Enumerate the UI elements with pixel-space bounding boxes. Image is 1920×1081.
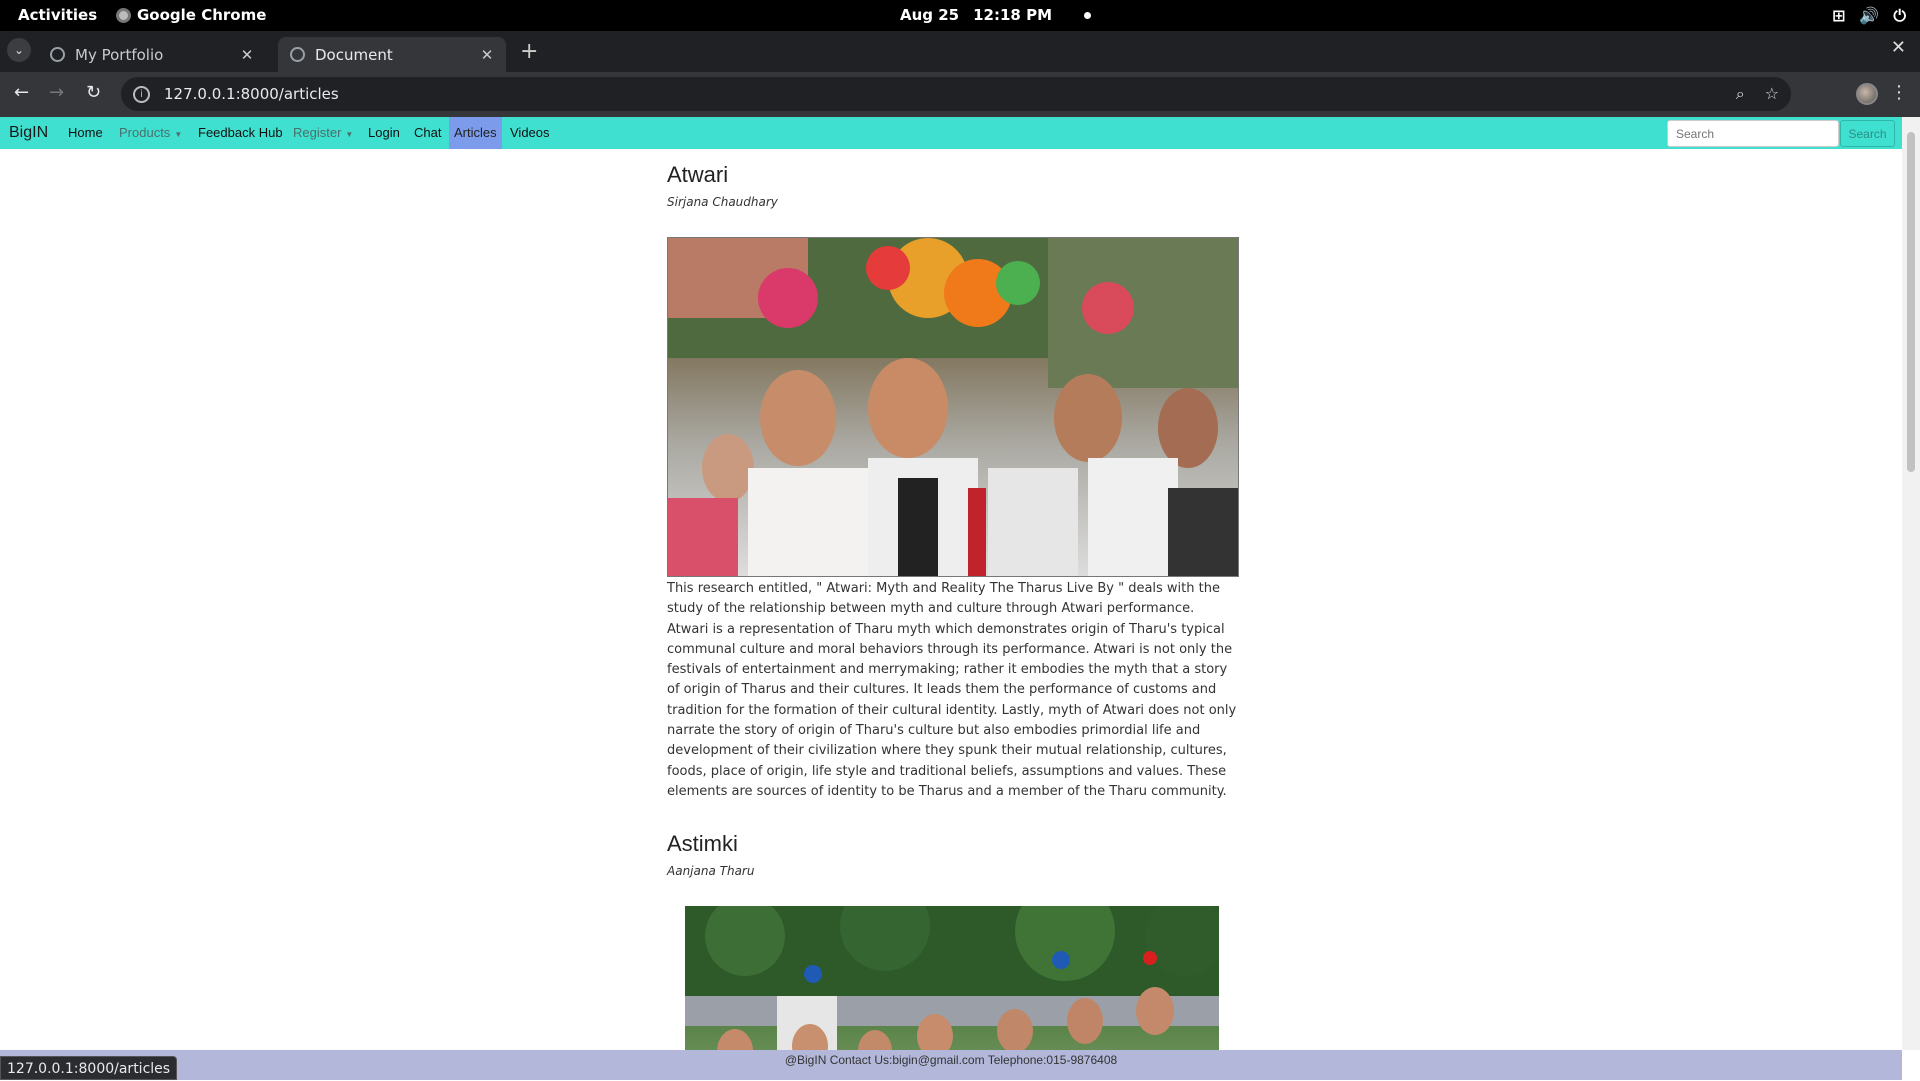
chrome-icon <box>116 7 131 23</box>
article-atwari: Atwari Sirjana Chaudhary This research e… <box>667 162 1239 799</box>
app-name: Google Chrome <box>137 6 267 24</box>
tab-search-button[interactable]: ⌄ <box>7 38 31 62</box>
scrollbar-thumb[interactable] <box>1907 132 1915 472</box>
nav-register[interactable]: Register ▼ <box>293 117 353 149</box>
nav-feedback-hub[interactable]: Feedback Hub <box>198 117 283 149</box>
app-menu[interactable]: Google Chrome <box>116 6 266 24</box>
new-tab-button[interactable]: + <box>520 39 538 64</box>
bookmark-star-icon[interactable]: ☆ <box>1765 84 1779 104</box>
site-search-button[interactable]: Search <box>1840 120 1895 147</box>
activities-button[interactable]: Activities <box>18 6 97 24</box>
nav-videos[interactable]: Videos <box>510 117 550 149</box>
article-body: This research entitled, " Atwari: Myth a… <box>667 581 1237 799</box>
system-tray[interactable]: ⊞ 🔊 ⏻ <box>1832 6 1906 26</box>
nav-home[interactable]: Home <box>68 117 103 149</box>
article-author: Aanjana Tharu <box>667 864 755 878</box>
globe-icon <box>50 47 65 62</box>
caret-down-icon: ▼ <box>345 130 354 139</box>
globe-icon <box>290 47 305 62</box>
notification-dot-icon <box>1084 11 1092 19</box>
zoom-icon[interactable]: ⌕ <box>1736 84 1745 104</box>
tab-my-portfolio[interactable]: My Portfolio ✕ <box>38 37 266 72</box>
article-image-atwari <box>667 237 1239 577</box>
clock-time: 12:18 PM <box>973 6 1053 24</box>
browser-toolbar: ← → ↻ i 127.0.0.1:8000/articles ⌕ ☆ ⋮ <box>0 72 1920 117</box>
tab-title: My Portfolio <box>75 45 164 64</box>
link-status-bubble: 127.0.0.1:8000/articles <box>0 1056 178 1080</box>
caret-down-icon: ▼ <box>174 130 183 139</box>
article-title: Astimki <box>667 831 738 856</box>
article-title: Atwari <box>667 162 729 187</box>
article-author: Sirjana Chaudhary <box>667 195 778 209</box>
site-search-input[interactable] <box>1667 120 1839 147</box>
site-info-icon[interactable]: i <box>133 85 150 103</box>
site-footer: @BigIN Contact Us:bigin@gmail.com Teleph… <box>0 1050 1902 1080</box>
nav-articles[interactable]: Articles <box>449 117 502 149</box>
address-bar[interactable]: i 127.0.0.1:8000/articles ⌕ ☆ <box>121 77 1791 111</box>
volume-icon: 🔊 <box>1859 6 1880 25</box>
site-brand[interactable]: BigIN <box>9 124 48 142</box>
window-close-icon[interactable]: ✕ <box>1891 37 1906 58</box>
close-icon[interactable]: ✕ <box>476 46 498 64</box>
article-image-astimki <box>685 906 1219 1050</box>
network-icon: ⊞ <box>1832 6 1846 25</box>
clock-date: Aug 25 <box>900 6 960 24</box>
forward-icon[interactable]: → <box>49 82 64 103</box>
photo-festival-women <box>668 238 1238 576</box>
nav-chat[interactable]: Chat <box>414 117 441 149</box>
reload-icon[interactable]: ↻ <box>86 82 101 103</box>
page-scrollbar[interactable] <box>1902 117 1920 1050</box>
power-icon: ⏻ <box>1893 6 1906 25</box>
photo-group-women <box>685 906 1219 1050</box>
site-navbar: BigIN Home Products ▼ Feedback Hub Regist… <box>0 117 1902 149</box>
nav-login[interactable]: Login <box>368 117 400 149</box>
close-icon[interactable]: ✕ <box>236 46 258 64</box>
tab-title: Document <box>315 45 393 64</box>
articles-page: Atwari Sirjana Chaudhary This research e… <box>0 149 1902 1050</box>
chrome-menu-icon[interactable]: ⋮ <box>1890 82 1908 103</box>
system-top-bar: Activities Google Chrome Aug 25 12:18 PM… <box>0 0 1920 31</box>
clock[interactable]: Aug 25 12:18 PM <box>900 6 1092 24</box>
nav-products[interactable]: Products ▼ <box>119 117 182 149</box>
back-icon[interactable]: ← <box>14 82 29 103</box>
article-astimki: Astimki Aanjana Tharu <box>667 831 1239 1050</box>
profile-avatar[interactable] <box>1856 83 1878 105</box>
tab-document[interactable]: Document ✕ <box>278 37 506 72</box>
nav-register-label: Register <box>293 125 342 140</box>
tab-strip: ⌄ My Portfolio ✕ Document ✕ + ✕ <box>0 31 1920 72</box>
url-text: 127.0.0.1:8000/articles <box>164 85 339 103</box>
nav-products-label: Products <box>119 125 171 140</box>
